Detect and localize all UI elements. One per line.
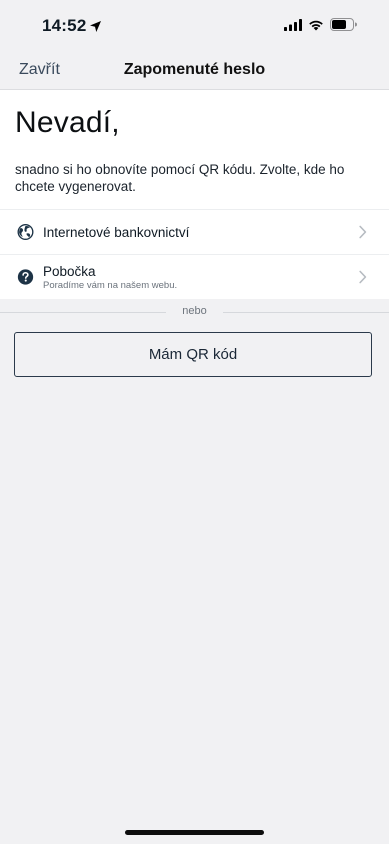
status-time: 14:52 xyxy=(42,16,102,36)
globe-icon xyxy=(17,224,34,240)
description-text: snadno si ho obnovíte pomocí QR kódu. Zv… xyxy=(15,162,345,194)
have-qr-code-button[interactable]: Mám QR kód xyxy=(14,332,372,377)
or-separator: nebo xyxy=(0,299,389,327)
cellular-signal-icon xyxy=(284,18,302,31)
option-title: Pobočka xyxy=(43,263,96,279)
location-arrow-icon xyxy=(90,20,102,32)
status-time-text: 14:52 xyxy=(42,16,87,35)
option-branch-text: Pobočka Poradíme vám na našem webu. xyxy=(43,264,177,291)
options-list: Internetové bankovnictví Pobočka Poradím… xyxy=(0,209,389,299)
chevron-right-icon xyxy=(359,270,367,284)
option-internet-banking-text: Internetové bankovnictví xyxy=(43,225,189,240)
main-content: Nevadí, snadno si ho obnovíte pomocí QR … xyxy=(0,89,389,844)
status-icons xyxy=(284,18,357,31)
option-internet-banking[interactable]: Internetové bankovnictví xyxy=(0,209,389,254)
navigation-bar: Zavřít Zapomenuté heslo xyxy=(0,52,389,88)
home-indicator[interactable] xyxy=(125,830,264,835)
headline: Nevadí, xyxy=(15,106,120,139)
separator-label: nebo xyxy=(182,305,207,317)
page-title: Zapomenuté heslo xyxy=(123,61,266,78)
question-circle-icon xyxy=(17,269,34,285)
option-title: Internetové bankovnictví xyxy=(43,224,190,240)
status-bar: 14:52 xyxy=(0,0,389,52)
battery-icon xyxy=(330,18,357,31)
wifi-icon xyxy=(309,20,323,30)
separator-line-right xyxy=(223,312,389,313)
intro-section: Nevadí, snadno si ho obnovíte pomocí QR … xyxy=(0,90,389,209)
option-branch[interactable]: Pobočka Poradíme vám na našem webu. xyxy=(0,254,389,299)
chevron-right-icon xyxy=(359,225,367,239)
option-subtitle: Poradíme vám na našem webu. xyxy=(43,279,178,291)
